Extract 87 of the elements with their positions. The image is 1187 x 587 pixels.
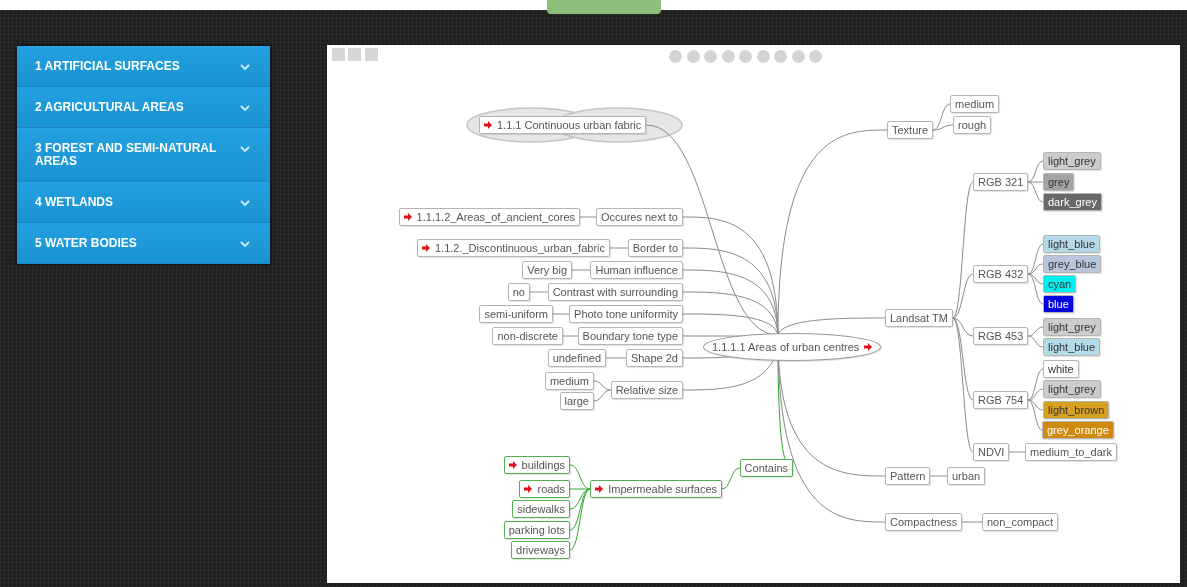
map-node[interactable]: RGB 432 — [973, 265, 1029, 283]
map-node[interactable]: non-discrete — [492, 327, 563, 345]
map-node[interactable]: 1.1.1.1 Areas of urban centres — [703, 333, 882, 361]
map-node[interactable]: light_grey — [1043, 380, 1101, 398]
map-node[interactable]: RGB 321 — [973, 173, 1029, 191]
map-node[interactable]: Compactness — [885, 513, 963, 531]
toolbar-button[interactable] — [686, 50, 700, 63]
map-node[interactable]: Contains — [739, 459, 793, 477]
map-node[interactable]: light_grey — [1043, 152, 1101, 170]
map-node[interactable]: dark_grey — [1043, 193, 1102, 211]
connector-line — [579, 216, 597, 218]
map-node[interactable]: 1.1.1.2_Areas_of_ancient_cores — [398, 208, 580, 226]
map-node[interactable]: 1.1.2._Discontinuous_urban_fabric — [417, 239, 610, 257]
map-node[interactable]: Shape 2d — [625, 349, 683, 367]
connector-line — [929, 475, 948, 477]
map-node[interactable]: Contrast with surrounding — [547, 283, 683, 301]
map-node[interactable]: large — [559, 392, 594, 410]
map-node[interactable]: Occures next to — [595, 208, 683, 226]
map-node[interactable]: light_blue — [1043, 235, 1101, 253]
map-node[interactable]: grey — [1043, 173, 1075, 191]
connector-line — [593, 389, 612, 402]
toolbar-button[interactable] — [756, 50, 770, 63]
link-arrow-icon[interactable] — [484, 121, 492, 129]
toolbar-button[interactable] — [332, 48, 345, 61]
map-node[interactable]: Impermeable surfaces — [590, 480, 722, 498]
map-node[interactable]: Very big — [522, 261, 572, 279]
toolbar-button[interactable] — [348, 48, 361, 61]
map-node[interactable]: light_brown — [1043, 401, 1110, 419]
top-tab[interactable] — [547, 0, 661, 14]
link-arrow-icon[interactable] — [524, 485, 533, 493]
connector-line — [552, 313, 570, 315]
map-node[interactable]: RGB 453 — [973, 327, 1029, 345]
map-node[interactable]: light_grey — [1043, 318, 1101, 336]
map-node[interactable]: Human influence — [590, 261, 683, 279]
map-node[interactable]: Boundary tone type — [577, 327, 683, 345]
map-node[interactable]: light_blue — [1043, 338, 1101, 356]
toolbar-button[interactable] — [774, 50, 787, 63]
connector-line — [1027, 326, 1044, 337]
link-arrow-icon[interactable] — [403, 213, 412, 221]
map-node[interactable]: medium — [950, 95, 1000, 113]
map-node[interactable]: sidewalks — [512, 500, 570, 518]
map-node[interactable]: Relative size — [610, 381, 683, 399]
map-node[interactable]: no — [507, 283, 530, 301]
map-node[interactable]: rough — [953, 116, 992, 134]
link-arrow-icon[interactable] — [595, 485, 604, 493]
connector-line — [961, 521, 983, 523]
map-node[interactable]: Border to — [627, 239, 683, 257]
map-node[interactable]: urban — [947, 467, 986, 485]
connector-line — [1027, 335, 1044, 348]
map-node[interactable]: roads — [519, 480, 570, 498]
toolbar-button[interactable] — [365, 48, 378, 61]
toolbar-button[interactable] — [669, 50, 682, 63]
map-node[interactable]: blue — [1043, 295, 1074, 313]
map-node[interactable]: undefined — [547, 349, 606, 367]
map-node[interactable]: driveways — [511, 541, 570, 559]
connector-line — [562, 335, 579, 337]
map-node[interactable]: buildings — [503, 456, 570, 474]
map-node[interactable]: Photo tone uniformity — [569, 305, 683, 323]
link-arrow-icon[interactable] — [422, 244, 430, 252]
toolbar-button[interactable] — [704, 50, 717, 63]
connector-line — [609, 247, 629, 249]
toolbar-button[interactable] — [791, 50, 805, 63]
map-node[interactable]: semi-uniform — [479, 305, 553, 323]
map-node[interactable]: grey_blue — [1043, 255, 1102, 273]
map-node[interactable]: parking lots — [503, 521, 570, 539]
map-node[interactable]: Texture — [887, 121, 934, 139]
toolbar-button[interactable] — [721, 50, 735, 63]
map-node[interactable]: Landsat TM — [885, 309, 953, 327]
map-node[interactable]: Pattern — [885, 467, 931, 485]
toolbar-button[interactable] — [809, 50, 822, 63]
link-arrow-icon[interactable] — [864, 343, 873, 351]
map-node[interactable]: 1.1.1 Continuous urban fabric — [479, 116, 647, 134]
link-arrow-icon[interactable] — [508, 461, 517, 469]
toolbar-button[interactable] — [739, 50, 752, 63]
map-node[interactable]: NDVI — [973, 443, 1010, 461]
connector-line — [605, 357, 627, 359]
connector-line — [1008, 451, 1026, 453]
map-node[interactable]: medium — [544, 372, 594, 390]
connector-line — [529, 291, 549, 293]
map-node[interactable]: cyan — [1043, 275, 1077, 293]
map-node[interactable]: medium_to_dark — [1025, 443, 1117, 461]
map-node[interactable]: non_compact — [982, 513, 1059, 531]
map-node[interactable]: RGB 754 — [973, 391, 1029, 409]
connector-line — [593, 380, 612, 391]
connector-line — [721, 467, 741, 490]
connector-line — [571, 269, 591, 271]
map-node[interactable]: white — [1043, 360, 1079, 378]
